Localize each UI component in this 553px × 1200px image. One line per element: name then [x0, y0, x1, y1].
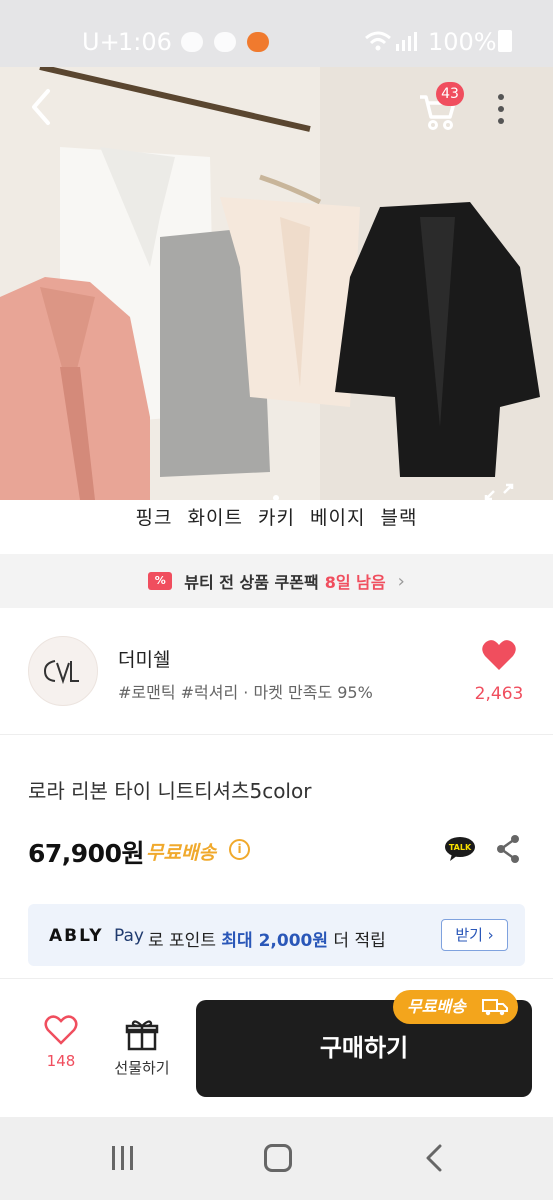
ably-pay-banner[interactable]: ABLY Pay 로 포인트 최대 2,000원 더 적립 받기 ›: [28, 904, 525, 966]
store-like-count: 2,463: [474, 684, 524, 704]
pay-label: Pay: [114, 926, 144, 946]
chevron-right-icon: ›: [397, 570, 405, 592]
gift-label: 선물하기: [114, 1059, 170, 1077]
points-highlight: 최대 2,000원: [221, 931, 328, 951]
wifi-icon: [365, 31, 417, 51]
truck-icon: [482, 999, 508, 1016]
system-nav-bar: [0, 1117, 553, 1200]
battery-icon: [498, 30, 512, 52]
color-options-caption: 핑크 화이트 카키 베이지 블랙: [135, 507, 418, 529]
heart-outline-icon: [44, 1015, 78, 1045]
expand-icon[interactable]: [484, 483, 514, 500]
share-icon[interactable]: [495, 834, 521, 864]
free-shipping-label: 무료배송: [146, 842, 216, 864]
product-image[interactable]: 43: [0, 67, 553, 500]
bottom-action-bar: 148 선물하기 구매하기 무료배송: [0, 978, 553, 1117]
recent-apps-icon[interactable]: [109, 1145, 137, 1171]
store-name[interactable]: 더미쉘: [118, 645, 170, 672]
heart-icon[interactable]: [481, 638, 517, 672]
ably-brand: ABLY: [49, 926, 104, 946]
pay-banner-text: 로 포인트 최대 2,000원 더 적립: [148, 931, 386, 951]
cloud-notification-icon: [214, 32, 236, 52]
home-icon[interactable]: [264, 1144, 292, 1172]
product-title: 로라 리본 타이 니트티셔츠5color: [28, 779, 312, 803]
more-vertical-icon[interactable]: [492, 91, 510, 127]
receive-points-button[interactable]: 받기 ›: [441, 919, 508, 951]
status-bar: U+ 1:06 100%: [0, 0, 553, 67]
coupon-icon: %: [148, 572, 173, 590]
store-info[interactable]: 더미쉘 #로맨틱 #럭셔리 · 마켓 만족도 95% 2,463: [0, 608, 553, 735]
product-price: 67,900원: [28, 839, 144, 868]
cart-count-badge: 43: [436, 82, 464, 106]
status-time: 1:06: [118, 28, 172, 56]
free-shipping-badge-label: 무료배송: [407, 997, 466, 1016]
carrier-label: U+: [82, 28, 120, 56]
gift-icon: [125, 1020, 159, 1051]
store-tags: #로맨틱 #럭셔리 · 마켓 만족도 95%: [118, 683, 373, 702]
free-shipping-badge: 무료배송: [393, 990, 518, 1024]
coupon-text: 뷰티 전 상품 쿠폰팩: [184, 573, 319, 592]
battery-percent: 100%: [428, 28, 497, 56]
wishlist-count: 148: [46, 1052, 76, 1070]
app-notification-icon: [247, 32, 269, 52]
kakaotalk-icon[interactable]: TALK: [444, 836, 476, 862]
store-logo[interactable]: [28, 636, 98, 706]
info-icon[interactable]: i: [229, 839, 250, 860]
store-monogram-icon: [43, 660, 79, 685]
back-icon[interactable]: [26, 87, 58, 127]
product-photo: [0, 67, 553, 500]
wishlist-button[interactable]: 148: [28, 1014, 94, 1070]
back-nav-icon[interactable]: [424, 1144, 444, 1172]
talk-notification-icon: [181, 32, 203, 52]
svg-text:TALK: TALK: [449, 843, 472, 852]
gift-button[interactable]: 선물하기: [108, 1019, 176, 1078]
coupon-banner[interactable]: % 뷰티 전 상품 쿠폰팩 8일 남음 ›: [0, 554, 553, 608]
coupon-days-left: 8일 남음: [324, 573, 386, 592]
